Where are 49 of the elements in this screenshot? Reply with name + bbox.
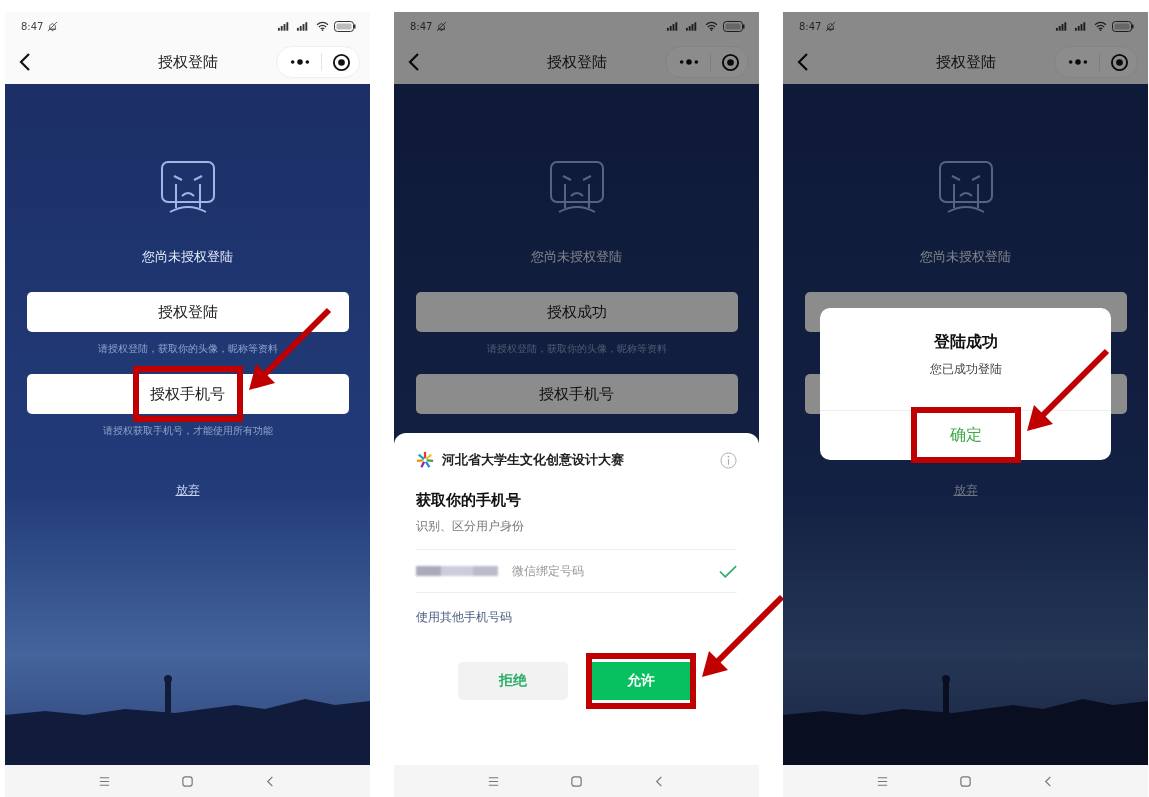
status-time: 8:47 [410, 20, 433, 32]
login-prompt: 您尚未授权登陆 [920, 248, 1011, 266]
sheet-heading: 获取你的手机号 [416, 491, 522, 510]
home-icon[interactable] [570, 774, 583, 788]
wifi-icon [315, 21, 330, 31]
close-icon[interactable] [332, 52, 351, 72]
dialog-message: 您已成功登陆 [929, 361, 1002, 378]
back-icon[interactable] [797, 52, 809, 72]
menu-icon[interactable] [98, 774, 111, 788]
more-icon[interactable] [1067, 58, 1089, 66]
sheet-subheading: 识别、区分用户身份 [416, 518, 525, 535]
auth-button[interactable]: 授权手机号 [26, 374, 349, 414]
back-icon[interactable] [19, 52, 31, 72]
back-icon[interactable] [408, 52, 420, 72]
battery-icon [723, 20, 745, 32]
hint-text: 请授权获取手机号，才能使用所有功能 [102, 424, 273, 438]
hint-text: 请授权登陆，获取你的头像，昵称等资料 [97, 342, 278, 356]
login-prompt: 您尚未授权登陆 [142, 248, 233, 266]
menu-icon[interactable] [876, 774, 889, 788]
more-icon[interactable] [678, 58, 700, 66]
auth-button[interactable]: 授权登陆 [26, 292, 349, 332]
login-prompt: 您尚未授权登陆 [531, 248, 622, 266]
cancel-link[interactable]: 放弃 [175, 482, 200, 499]
wifi-icon [704, 21, 719, 31]
battery-icon [1112, 20, 1134, 32]
dialog-title: 登陆成功 [933, 332, 998, 353]
logo-icon [416, 451, 434, 469]
bell-off-icon [825, 20, 837, 32]
wifi-icon [1093, 21, 1108, 31]
page-title: 授权登陆 [935, 52, 996, 72]
home-icon[interactable] [959, 774, 972, 788]
close-icon[interactable] [1110, 52, 1129, 72]
auth-button[interactable]: 授权手机号 [415, 374, 738, 414]
auth-button[interactable]: 授权成功 [415, 292, 738, 332]
bell-off-icon [436, 20, 448, 32]
app-name: 河北省大学生文化创意设计大赛 [442, 451, 625, 469]
home-icon[interactable] [181, 774, 194, 788]
page-title: 授权登陆 [546, 52, 607, 72]
cancel-link[interactable]: 放弃 [953, 482, 978, 499]
close-icon[interactable] [721, 52, 740, 72]
status-time: 8:47 [799, 20, 822, 32]
phone-option[interactable]: 微信绑定号码 [416, 564, 737, 578]
bell-off-icon [47, 20, 59, 32]
menu-icon[interactable] [487, 774, 500, 788]
battery-icon [334, 20, 356, 32]
page-title: 授权登陆 [157, 52, 218, 72]
more-icon[interactable] [289, 58, 311, 66]
status-time: 8:47 [21, 20, 44, 32]
other-number-link[interactable]: 使用其他手机号码 [416, 609, 737, 626]
